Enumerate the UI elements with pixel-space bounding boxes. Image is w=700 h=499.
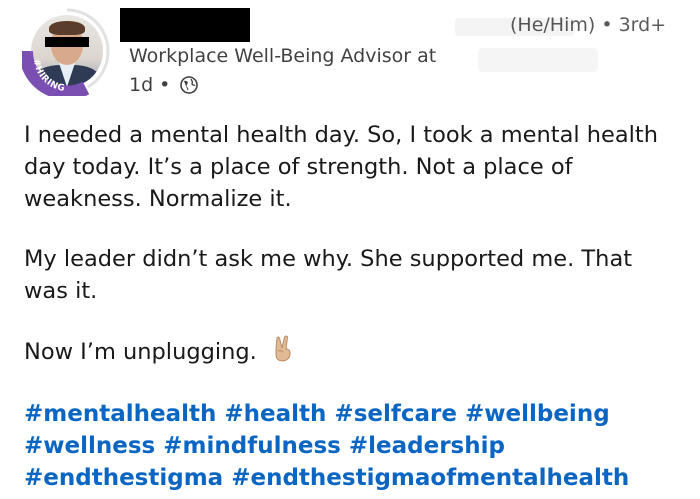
hashtag-link[interactable]: #endthestigma bbox=[24, 465, 223, 491]
profile-photo bbox=[31, 15, 103, 87]
victory-hand-emoji bbox=[275, 335, 291, 362]
avatar[interactable] bbox=[22, 6, 112, 96]
author-name-redacted bbox=[120, 8, 250, 42]
author-headline: Workplace Well-Being Advisor at bbox=[129, 45, 437, 67]
author-pronouns-degree: (He/Him) • 3rd+ bbox=[510, 14, 667, 36]
post-closing-text: Now I’m unplugging. bbox=[24, 339, 257, 365]
post-meta: 1d • bbox=[129, 74, 199, 96]
linkedin-post: #HIRING (He/Him) • 3rd+ Workplace Well-B… bbox=[0, 0, 700, 499]
post-paragraph: I needed a mental health day. So, I took… bbox=[24, 122, 658, 212]
meta-separator: • bbox=[159, 74, 171, 96]
hashtag-link[interactable]: #wellbeing bbox=[465, 401, 610, 427]
post-body: I needed a mental health day. So, I took… bbox=[24, 119, 674, 396]
hashtag-link[interactable]: #mindfulness bbox=[163, 433, 341, 459]
post-time: 1d bbox=[129, 74, 154, 96]
hashtag-list: #mentalhealth #health #selfcare #wellbei… bbox=[24, 398, 684, 494]
redaction-bar bbox=[45, 37, 89, 47]
blurred-region bbox=[478, 48, 598, 72]
globe-icon bbox=[180, 76, 199, 94]
hashtag-link[interactable]: #health bbox=[224, 401, 326, 427]
hashtag-link[interactable]: #mentalhealth bbox=[24, 401, 216, 427]
hashtag-link[interactable]: #leadership bbox=[349, 433, 505, 459]
hashtag-link[interactable]: #selfcare bbox=[334, 401, 457, 427]
hashtag-link[interactable]: #wellness bbox=[24, 433, 155, 459]
hashtag-link[interactable]: #endthestigmaofmentalhealth bbox=[231, 465, 629, 491]
post-closing-line: Now I’m unplugging. bbox=[24, 335, 674, 368]
post-paragraph: My leader didn’t ask me why. She support… bbox=[24, 246, 633, 304]
